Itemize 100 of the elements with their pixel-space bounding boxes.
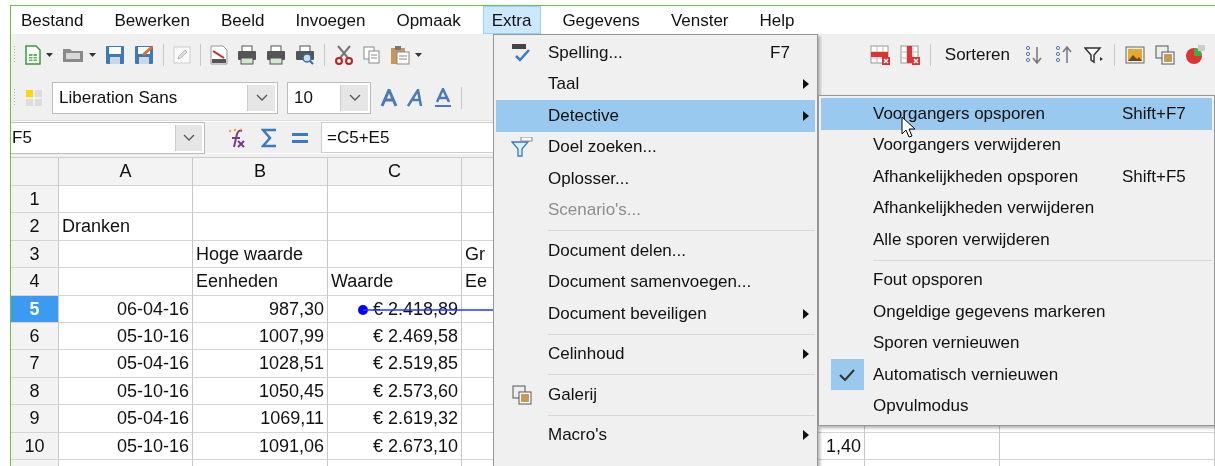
table-cell: 05-10-16 — [59, 322, 193, 351]
menu-item[interactable]: Taal — [496, 68, 815, 100]
chevron-down-icon — [348, 94, 361, 102]
sum-icon[interactable] — [261, 127, 277, 148]
menu-item[interactable]: Spelling... F7 — [496, 37, 815, 69]
dropdown-button[interactable] — [340, 85, 368, 111]
table-cell: 1028,51 — [193, 350, 328, 378]
caret-icon[interactable] — [89, 52, 96, 58]
column-header[interactable]: A — [59, 158, 193, 186]
font-size-box[interactable]: 10 — [287, 82, 371, 114]
image-icon[interactable] — [1125, 46, 1145, 64]
corner-cell[interactable] — [11, 158, 59, 186]
equals-icon[interactable] — [291, 131, 309, 144]
grid-column-delete-icon[interactable] — [899, 45, 920, 65]
menu-item[interactable]: Celinhoud — [496, 338, 815, 370]
table-cell: € 2.519,85 — [328, 350, 462, 378]
italic-icon[interactable] — [407, 89, 425, 107]
menu-item[interactable]: Afhankelijkheden verwijderen — [821, 192, 1212, 224]
name-box[interactable]: F5 — [11, 121, 205, 154]
printer-icon[interactable] — [237, 45, 257, 65]
spellcheck-icon — [511, 42, 533, 63]
grip-icon[interactable] — [13, 88, 16, 108]
menu-item[interactable]: Voorgangers opsporen Shift+F7 — [821, 98, 1212, 130]
copy-icon[interactable] — [363, 46, 381, 64]
column-header[interactable]: C — [328, 158, 462, 186]
table-cell: 1050,45 — [193, 377, 328, 406]
table-cell: Dranken — [59, 213, 193, 241]
menu-item[interactable]: Alle sporen verwijderen — [821, 224, 1212, 256]
funnel-icon[interactable] — [1084, 46, 1104, 64]
printer-icon[interactable] — [266, 45, 286, 65]
menu-item[interactable]: Sporen vernieuwen — [821, 327, 1212, 359]
row-header[interactable]: 3 — [11, 240, 59, 269]
row-header[interactable]: 2 — [11, 213, 59, 241]
menu-item[interactable]: Automatisch vernieuwen — [821, 359, 1212, 391]
menu-item[interactable]: Detective — [496, 100, 815, 132]
folder-icon[interactable] — [62, 47, 84, 63]
dropdown-button[interactable] — [174, 124, 202, 151]
menu-item[interactable]: Document beveiligen — [496, 298, 815, 330]
table-cell: € 2.619,32 — [328, 405, 462, 433]
sort-button[interactable]: Sorteren — [940, 45, 1014, 65]
sort-descending-icon[interactable] — [1054, 45, 1074, 65]
table-cell: 05-04-16 — [59, 350, 193, 378]
table-cell: Waarde — [328, 268, 462, 296]
pie-chart-icon[interactable] — [1185, 45, 1205, 65]
table-cell: € 2.673,10 — [328, 432, 462, 460]
row-header[interactable]: 10 — [11, 432, 59, 460]
menu-item[interactable]: Extra — [482, 6, 542, 34]
font-name-box[interactable]: Liberation Sans — [52, 82, 278, 114]
caret-icon[interactable] — [415, 52, 422, 58]
table-cell: 06-04-16 — [59, 295, 193, 323]
row-header[interactable]: 7 — [11, 350, 59, 378]
clipboard-icon[interactable] — [390, 45, 410, 65]
menu-item[interactable]: Ongeldige gegevens markeren — [821, 296, 1212, 328]
scissors-icon[interactable] — [334, 45, 354, 65]
menu-item[interactable]: Gegevens — [553, 6, 650, 34]
chevron-down-icon — [255, 94, 268, 102]
menu-item[interactable]: Venster — [661, 6, 739, 34]
table-cell: Eenheden — [193, 268, 328, 296]
table-cell: 1007,99 — [193, 322, 328, 351]
menu-item[interactable]: Voorgangers verwijderen — [821, 129, 1212, 161]
sort-ascending-icon[interactable] — [1024, 45, 1044, 65]
caret-icon[interactable] — [46, 52, 53, 58]
row-header[interactable]: 6 — [11, 322, 59, 351]
column-header[interactable]: B — [193, 158, 328, 186]
table-cell: € 2.573,60 — [328, 377, 462, 406]
check-icon — [839, 368, 855, 381]
table-cell: 05-04-16 — [59, 405, 193, 433]
menu-item[interactable]: Bestand — [12, 6, 94, 34]
table-cell: Hoge waarde — [193, 240, 328, 269]
floppy-pencil-icon[interactable] — [134, 45, 154, 65]
table-cell: 1069,11 — [193, 405, 328, 433]
menu-item[interactable]: Invoegen — [286, 6, 376, 34]
sheet-icon[interactable] — [25, 45, 41, 65]
dropdown-button[interactable] — [247, 85, 275, 111]
menu-item[interactable]: Doel zoeken... — [496, 131, 815, 163]
funnel-icon — [511, 137, 533, 158]
menu-item[interactable]: Fout opsporen — [821, 264, 1212, 296]
row-header[interactable]: 8 — [11, 377, 59, 406]
table-cell: 1091,06 — [193, 432, 328, 460]
menu-item[interactable]: Bewerken — [105, 6, 200, 34]
pdf-icon[interactable] — [210, 45, 228, 65]
underline-icon[interactable] — [434, 88, 452, 108]
table-cell: 05-10-16 — [59, 432, 193, 460]
menu-item[interactable]: Oplosser... — [496, 163, 815, 195]
row-header[interactable]: 9 — [11, 405, 59, 433]
menu-item[interactable]: Beeld — [212, 6, 275, 34]
menu-item[interactable]: Opmaak — [387, 6, 471, 34]
chevron-down-icon — [182, 133, 195, 142]
gallery-icon[interactable] — [1155, 45, 1175, 65]
menu-item[interactable]: Opvulmodus — [821, 390, 1212, 422]
menu-item[interactable]: Help — [750, 6, 805, 34]
grid-row-delete-icon[interactable] — [869, 45, 890, 65]
row-header[interactable]: 1 — [11, 186, 59, 214]
printer-magnifier-icon[interactable] — [295, 45, 315, 65]
bold-icon[interactable] — [380, 89, 398, 107]
grip-icon[interactable] — [13, 45, 16, 65]
menu-item[interactable]: Galerij — [496, 379, 815, 411]
gallery-icon — [512, 384, 532, 405]
row-header[interactable]: 4 — [11, 268, 59, 296]
menu-item[interactable]: Afhankelijkheden opsporen Shift+F5 — [821, 161, 1212, 193]
